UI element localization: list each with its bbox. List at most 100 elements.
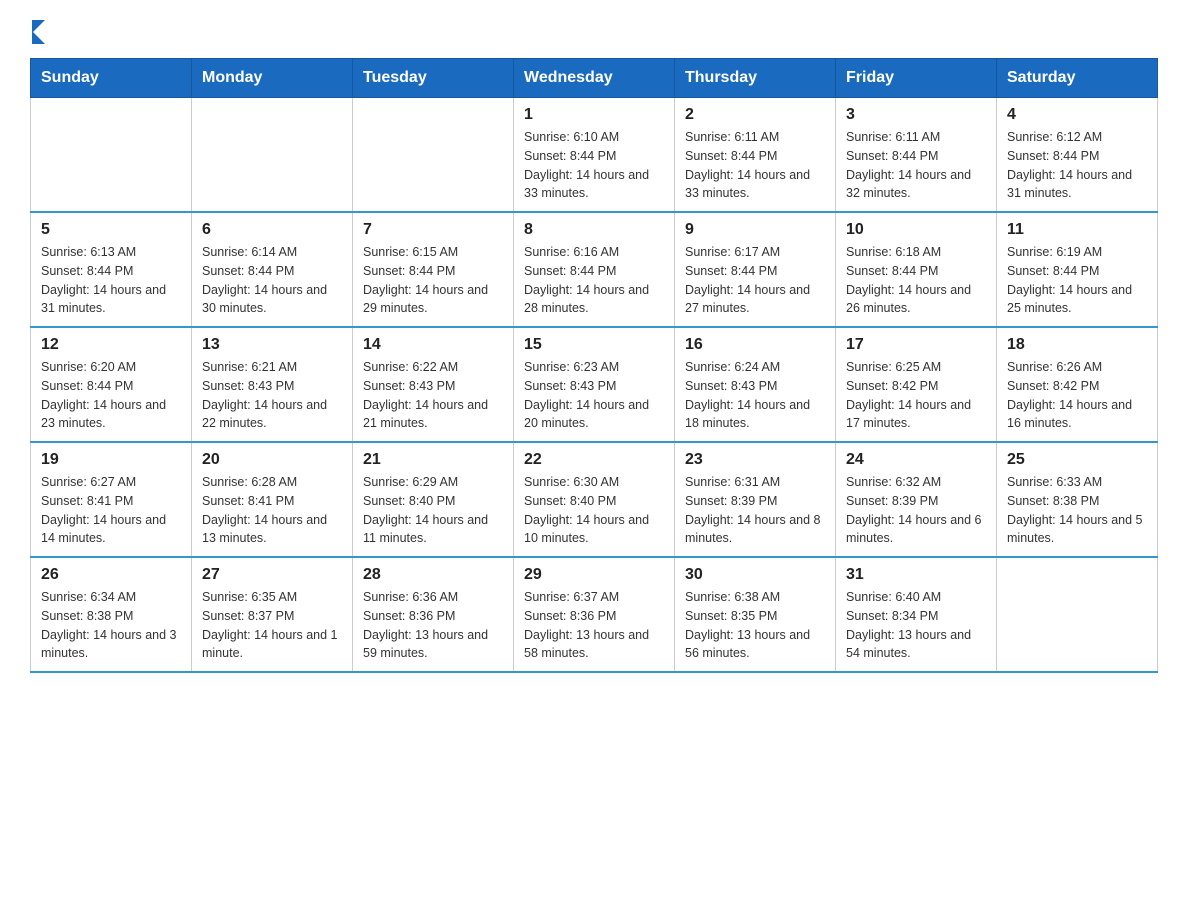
day-info: Sunrise: 6:28 AM Sunset: 8:41 PM Dayligh… (202, 473, 342, 548)
calendar-cell: 31Sunrise: 6:40 AM Sunset: 8:34 PM Dayli… (836, 557, 997, 672)
day-info: Sunrise: 6:21 AM Sunset: 8:43 PM Dayligh… (202, 358, 342, 433)
calendar-cell: 13 Sunrise: 6:21 AM Sunset: 8:43 PM Dayli… (192, 327, 353, 442)
calendar-cell: 20 Sunrise: 6:28 AM Sunset: 8:41 PM Dayli… (192, 442, 353, 557)
day-info: Sunrise: 6:24 AM Sunset: 8:43 PM Dayligh… (685, 358, 825, 433)
calendar-cell: 7 Sunrise: 6:15 AM Sunset: 8:44 PM Daylig… (353, 212, 514, 327)
day-number: 21 (363, 451, 503, 469)
day-info: Sunrise: 6:20 AM Sunset: 8:44 PM Dayligh… (41, 358, 181, 433)
calendar-cell: 12Sunrise: 6:20 AM Sunset: 8:44 PM Dayli… (31, 327, 192, 442)
calendar-cell: 21 Sunrise: 6:29 AM Sunset: 8:40 PM Dayli… (353, 442, 514, 557)
calendar-cell: 23Sunrise: 6:31 AM Sunset: 8:39 PM Dayli… (675, 442, 836, 557)
logo-wordmark (30, 20, 45, 40)
calendar-week-row: 26 Sunrise: 6:34 AM Sunset: 8:38 PM Dayli… (31, 557, 1158, 672)
day-number: 16 (685, 336, 825, 354)
day-number: 17 (846, 336, 986, 354)
day-number: 1 (524, 106, 664, 124)
calendar-cell: 27 Sunrise: 6:35 AM Sunset: 8:37 PM Dayli… (192, 557, 353, 672)
day-info: Sunrise: 6:18 AM Sunset: 8:44 PM Dayligh… (846, 243, 986, 318)
calendar-cell: 4 Sunrise: 6:12 AM Sunset: 8:44 PM Daylig… (997, 98, 1158, 213)
day-info: Sunrise: 6:14 AM Sunset: 8:44 PM Dayligh… (202, 243, 342, 318)
calendar-cell: 26 Sunrise: 6:34 AM Sunset: 8:38 PM Dayli… (31, 557, 192, 672)
calendar-week-row: 19Sunrise: 6:27 AM Sunset: 8:41 PM Dayli… (31, 442, 1158, 557)
day-number: 3 (846, 106, 986, 124)
calendar-cell: 17 Sunrise: 6:25 AM Sunset: 8:42 PM Dayli… (836, 327, 997, 442)
day-info: Sunrise: 6:15 AM Sunset: 8:44 PM Dayligh… (363, 243, 503, 318)
day-number: 13 (202, 336, 342, 354)
day-info: Sunrise: 6:34 AM Sunset: 8:38 PM Dayligh… (41, 588, 181, 663)
day-number: 14 (363, 336, 503, 354)
day-number: 9 (685, 221, 825, 239)
day-number: 30 (685, 566, 825, 584)
calendar-cell: 18 Sunrise: 6:26 AM Sunset: 8:42 PM Dayli… (997, 327, 1158, 442)
logo-icon (32, 20, 45, 44)
calendar-cell: 14 Sunrise: 6:22 AM Sunset: 8:43 PM Dayli… (353, 327, 514, 442)
day-number: 8 (524, 221, 664, 239)
day-info: Sunrise: 6:36 AM Sunset: 8:36 PM Dayligh… (363, 588, 503, 663)
calendar-cell: 2Sunrise: 6:11 AM Sunset: 8:44 PM Daylig… (675, 98, 836, 213)
calendar-cell: 29Sunrise: 6:37 AM Sunset: 8:36 PM Dayli… (514, 557, 675, 672)
calendar-cell: 5Sunrise: 6:13 AM Sunset: 8:44 PM Daylig… (31, 212, 192, 327)
calendar-cell: 28Sunrise: 6:36 AM Sunset: 8:36 PM Dayli… (353, 557, 514, 672)
day-number: 22 (524, 451, 664, 469)
day-info: Sunrise: 6:23 AM Sunset: 8:43 PM Dayligh… (524, 358, 664, 433)
day-number: 20 (202, 451, 342, 469)
day-info: Sunrise: 6:10 AM Sunset: 8:44 PM Dayligh… (524, 128, 664, 203)
calendar-table: SundayMondayTuesdayWednesdayThursdayFrid… (30, 58, 1158, 673)
day-number: 26 (41, 566, 181, 584)
calendar-header-row: SundayMondayTuesdayWednesdayThursdayFrid… (31, 59, 1158, 98)
day-info: Sunrise: 6:11 AM Sunset: 8:44 PM Dayligh… (685, 128, 825, 203)
day-info: Sunrise: 6:26 AM Sunset: 8:42 PM Dayligh… (1007, 358, 1147, 433)
day-number: 10 (846, 221, 986, 239)
calendar-cell: 11 Sunrise: 6:19 AM Sunset: 8:44 PM Dayli… (997, 212, 1158, 327)
day-info: Sunrise: 6:11 AM Sunset: 8:44 PM Dayligh… (846, 128, 986, 203)
day-header-wednesday: Wednesday (514, 59, 675, 98)
day-info: Sunrise: 6:17 AM Sunset: 8:44 PM Dayligh… (685, 243, 825, 318)
day-info: Sunrise: 6:16 AM Sunset: 8:44 PM Dayligh… (524, 243, 664, 318)
logo (30, 20, 45, 40)
day-number: 6 (202, 221, 342, 239)
day-number: 7 (363, 221, 503, 239)
day-number: 15 (524, 336, 664, 354)
day-number: 27 (202, 566, 342, 584)
day-header-thursday: Thursday (675, 59, 836, 98)
day-header-monday: Monday (192, 59, 353, 98)
day-header-friday: Friday (836, 59, 997, 98)
calendar-week-row: 12Sunrise: 6:20 AM Sunset: 8:44 PM Dayli… (31, 327, 1158, 442)
calendar-cell: 1 Sunrise: 6:10 AM Sunset: 8:44 PM Daylig… (514, 98, 675, 213)
calendar-cell: 24Sunrise: 6:32 AM Sunset: 8:39 PM Dayli… (836, 442, 997, 557)
day-info: Sunrise: 6:35 AM Sunset: 8:37 PM Dayligh… (202, 588, 342, 663)
calendar-cell: 16 Sunrise: 6:24 AM Sunset: 8:43 PM Dayli… (675, 327, 836, 442)
day-header-saturday: Saturday (997, 59, 1158, 98)
calendar-cell (192, 98, 353, 213)
day-info: Sunrise: 6:19 AM Sunset: 8:44 PM Dayligh… (1007, 243, 1147, 318)
day-number: 25 (1007, 451, 1147, 469)
calendar-week-row: 1 Sunrise: 6:10 AM Sunset: 8:44 PM Daylig… (31, 98, 1158, 213)
calendar-cell (31, 98, 192, 213)
calendar-cell: 30Sunrise: 6:38 AM Sunset: 8:35 PM Dayli… (675, 557, 836, 672)
day-header-sunday: Sunday (31, 59, 192, 98)
calendar-cell: 9 Sunrise: 6:17 AM Sunset: 8:44 PM Daylig… (675, 212, 836, 327)
day-info: Sunrise: 6:30 AM Sunset: 8:40 PM Dayligh… (524, 473, 664, 548)
day-info: Sunrise: 6:29 AM Sunset: 8:40 PM Dayligh… (363, 473, 503, 548)
calendar-cell: 10 Sunrise: 6:18 AM Sunset: 8:44 PM Dayli… (836, 212, 997, 327)
calendar-cell: 25 Sunrise: 6:33 AM Sunset: 8:38 PM Dayli… (997, 442, 1158, 557)
day-info: Sunrise: 6:22 AM Sunset: 8:43 PM Dayligh… (363, 358, 503, 433)
day-info: Sunrise: 6:25 AM Sunset: 8:42 PM Dayligh… (846, 358, 986, 433)
calendar-cell: 3 Sunrise: 6:11 AM Sunset: 8:44 PM Daylig… (836, 98, 997, 213)
day-info: Sunrise: 6:12 AM Sunset: 8:44 PM Dayligh… (1007, 128, 1147, 203)
day-number: 31 (846, 566, 986, 584)
calendar-cell (997, 557, 1158, 672)
day-number: 29 (524, 566, 664, 584)
day-info: Sunrise: 6:27 AM Sunset: 8:41 PM Dayligh… (41, 473, 181, 548)
day-header-tuesday: Tuesday (353, 59, 514, 98)
day-number: 18 (1007, 336, 1147, 354)
calendar-cell: 6 Sunrise: 6:14 AM Sunset: 8:44 PM Daylig… (192, 212, 353, 327)
calendar-cell: 19Sunrise: 6:27 AM Sunset: 8:41 PM Dayli… (31, 442, 192, 557)
day-info: Sunrise: 6:13 AM Sunset: 8:44 PM Dayligh… (41, 243, 181, 318)
day-info: Sunrise: 6:33 AM Sunset: 8:38 PM Dayligh… (1007, 473, 1147, 548)
page-header (30, 20, 1158, 40)
day-info: Sunrise: 6:31 AM Sunset: 8:39 PM Dayligh… (685, 473, 825, 548)
calendar-week-row: 5Sunrise: 6:13 AM Sunset: 8:44 PM Daylig… (31, 212, 1158, 327)
day-number: 4 (1007, 106, 1147, 124)
day-number: 11 (1007, 221, 1147, 239)
